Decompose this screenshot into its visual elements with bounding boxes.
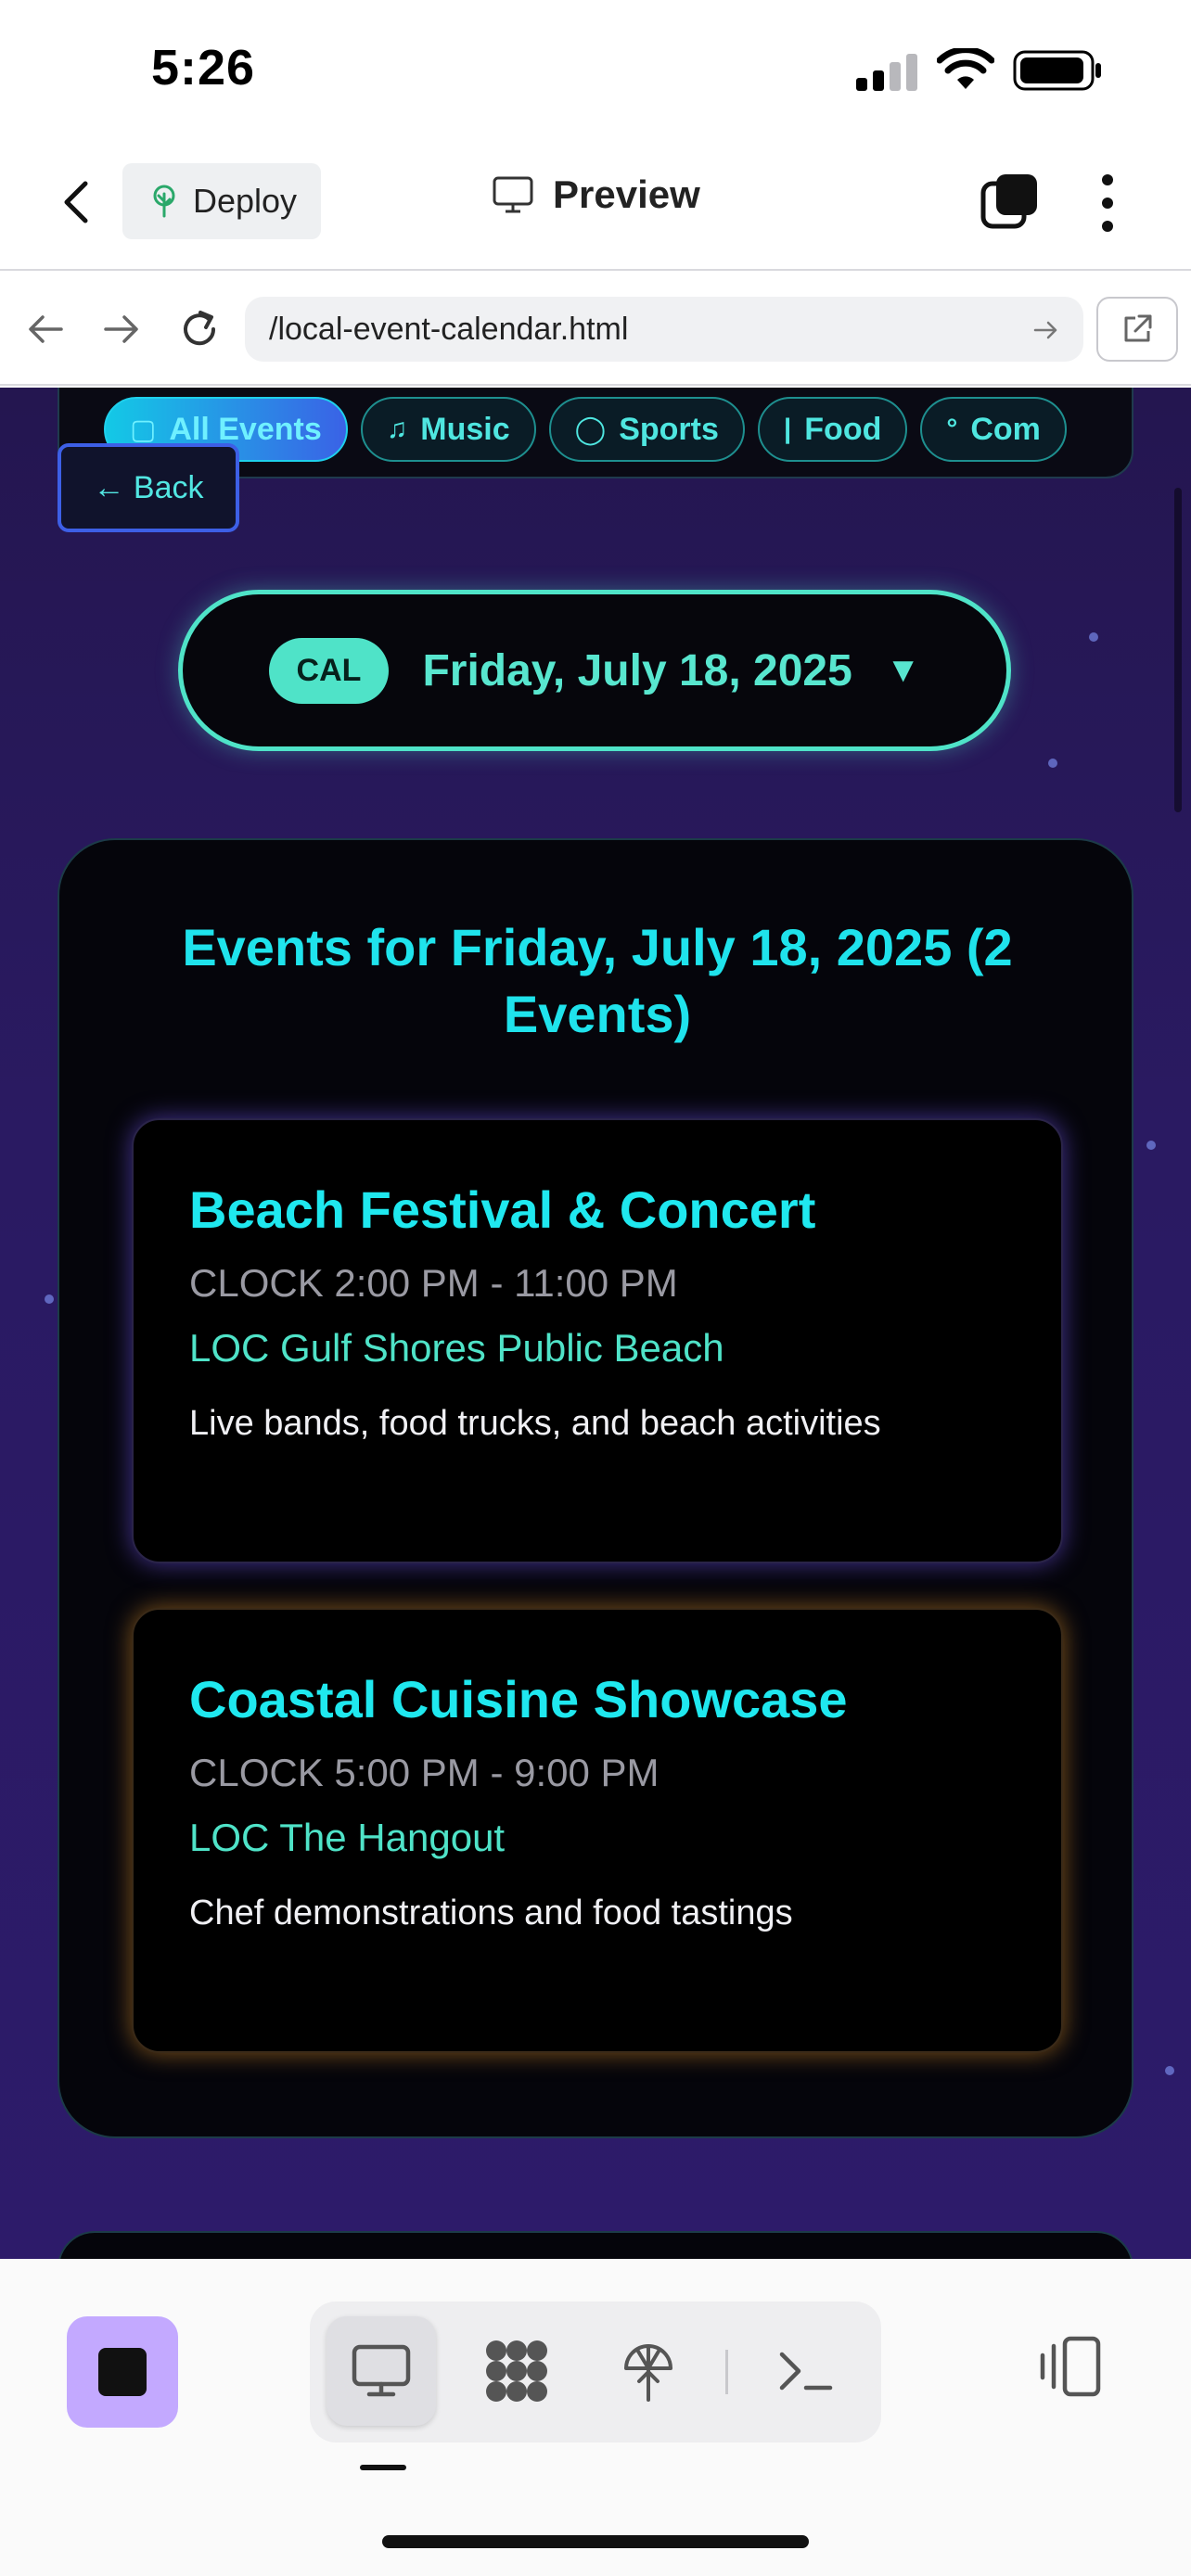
active-tool-indicator xyxy=(360,2465,406,2470)
event-time: CLOCK 5:00 PM - 9:00 PM xyxy=(189,1751,660,1794)
preview-title: Preview xyxy=(492,172,700,217)
cellular-signal-icon xyxy=(856,54,917,91)
background-star xyxy=(1146,1141,1156,1150)
selected-date: Friday, July 18, 2025 xyxy=(422,645,852,695)
event-location: LOC Gulf Shores Public Beach xyxy=(189,1326,724,1370)
terminal-icon xyxy=(779,2352,833,2391)
bottom-toolbar xyxy=(0,2259,1191,2576)
background-star xyxy=(45,1294,54,1304)
page-scrollbar[interactable] xyxy=(1174,488,1182,812)
stop-button[interactable] xyxy=(67,2316,178,2428)
background-star xyxy=(1165,2066,1174,2075)
background-star xyxy=(1089,632,1098,642)
tabs-icon[interactable] xyxy=(980,172,1039,232)
tool-switcher xyxy=(310,2302,881,2442)
sports-ball-icon: ◯ xyxy=(574,414,607,445)
deploy-tree-icon xyxy=(153,185,175,218)
app-header: Deploy Preview xyxy=(0,139,1191,271)
event-description: Chef demonstrations and food tastings xyxy=(189,1894,793,1932)
background-star xyxy=(1048,759,1057,768)
apps-grid-icon xyxy=(486,2340,547,2402)
category-chip-music[interactable]: ♫ Music xyxy=(360,397,536,462)
toolbar-divider xyxy=(725,2350,728,2394)
home-indicator xyxy=(382,2535,809,2548)
browser-back-icon[interactable] xyxy=(24,308,67,351)
wifi-icon xyxy=(937,48,994,89)
open-external-button[interactable] xyxy=(1096,297,1178,362)
browser-bar: /local-event-calendar.html xyxy=(0,273,1191,386)
browser-forward-icon[interactable] xyxy=(100,308,143,351)
events-panel: Events for Friday, July 18, 2025 (2 Even… xyxy=(58,838,1133,2138)
event-title: Coastal Cuisine Showcase xyxy=(189,1670,848,1728)
date-picker[interactable]: CAL Friday, July 18, 2025 ▼ xyxy=(178,590,1011,751)
battery-icon xyxy=(1013,50,1101,91)
music-note-icon: ♫ xyxy=(386,414,408,444)
events-heading: Events for Friday, July 18, 2025 (2 Even… xyxy=(182,918,1013,1043)
food-icon: | xyxy=(783,414,792,444)
category-chip-community[interactable]: ° Com xyxy=(920,397,1067,462)
chip-label: Food xyxy=(804,411,882,447)
monitor-icon xyxy=(493,176,533,213)
external-link-icon xyxy=(1124,314,1152,342)
device-switch-icon[interactable] xyxy=(1035,2333,1102,2400)
chip-label: Sports xyxy=(619,411,719,447)
desktop-icon xyxy=(352,2344,411,2397)
dropdown-caret-icon: ▼ xyxy=(885,650,921,690)
desktop-preview-tool[interactable] xyxy=(327,2316,436,2426)
category-chip-row[interactable]: ▢ All Events ♫ Music ◯ Sports | Food ° C… xyxy=(104,397,1132,464)
deploy-label: Deploy xyxy=(193,182,298,220)
stop-icon xyxy=(98,2348,147,2396)
apps-tool[interactable] xyxy=(462,2316,571,2426)
event-card[interactable]: Beach Festival & Concert CLOCK 2:00 PM -… xyxy=(132,1118,1063,1563)
status-bar: 5:26 xyxy=(0,0,1191,139)
web-content: ▢ All Events ♫ Music ◯ Sports | Food ° C… xyxy=(0,388,1191,2259)
chip-label: Com xyxy=(970,411,1041,447)
chip-label: All Events xyxy=(169,411,322,447)
terminal-tool[interactable] xyxy=(751,2316,861,2426)
reload-icon[interactable] xyxy=(178,308,221,351)
community-icon: ° xyxy=(946,414,958,444)
back-button[interactable]: ← Back xyxy=(58,443,239,532)
event-time: CLOCK 2:00 PM - 11:00 PM xyxy=(189,1261,678,1305)
url-text: /local-event-calendar.html xyxy=(269,311,629,347)
go-arrow-icon[interactable] xyxy=(1031,315,1061,345)
event-location: LOC The Hangout xyxy=(189,1816,506,1859)
preview-label: Preview xyxy=(553,172,700,216)
deploy-tree-icon xyxy=(624,2344,672,2402)
back-chevron-icon[interactable] xyxy=(52,176,104,228)
all-events-icon: ▢ xyxy=(130,414,157,445)
status-time: 5:26 xyxy=(151,40,256,96)
deploy-tool[interactable] xyxy=(594,2316,703,2426)
category-chip-sports[interactable]: ◯ Sports xyxy=(548,397,745,462)
calendar-badge: CAL xyxy=(268,637,390,704)
url-field[interactable]: /local-event-calendar.html xyxy=(245,297,1083,362)
event-description: Live bands, food trucks, and beach activ… xyxy=(189,1404,881,1443)
category-chip-food[interactable]: | Food xyxy=(757,397,908,462)
event-title: Beach Festival & Concert xyxy=(189,1180,816,1239)
deploy-button[interactable]: Deploy xyxy=(122,163,321,239)
event-card[interactable]: Coastal Cuisine Showcase CLOCK 5:00 PM -… xyxy=(132,1608,1063,2053)
chip-label: Music xyxy=(420,411,510,447)
more-options-icon[interactable] xyxy=(1093,172,1122,234)
next-section-panel xyxy=(58,2231,1133,2259)
